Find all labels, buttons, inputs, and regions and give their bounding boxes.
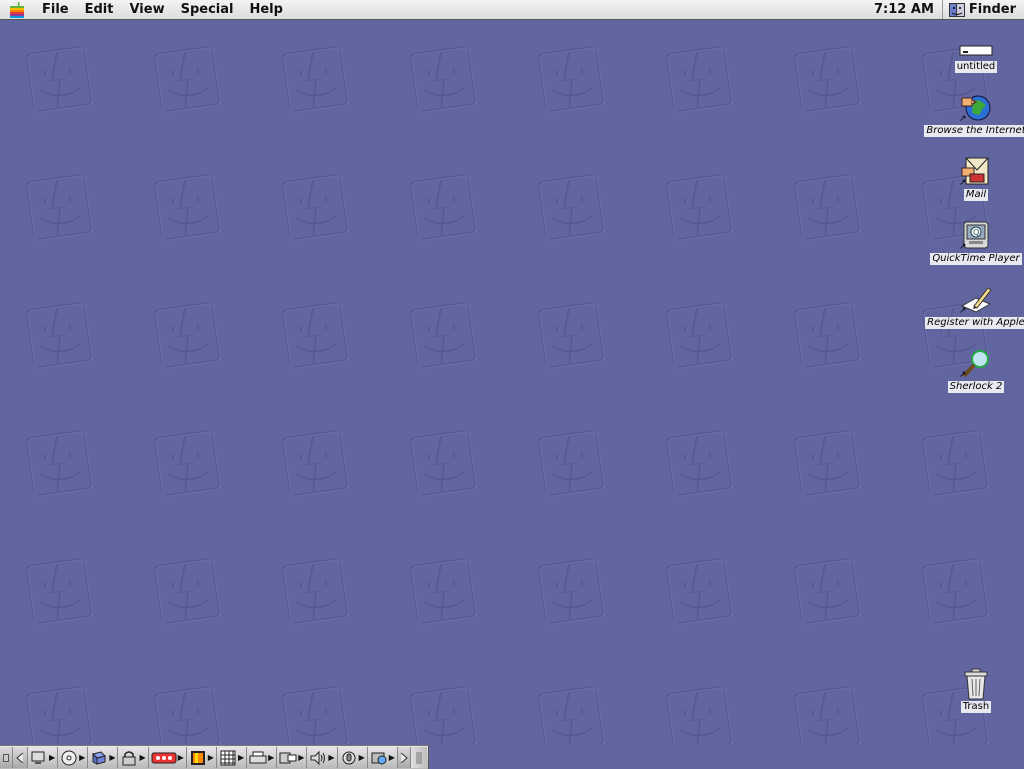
grip-icon <box>416 751 422 764</box>
popup-arrow-icon: ▶ <box>298 753 305 762</box>
scroll-left-icon <box>16 752 24 763</box>
scroll-right-icon <box>400 752 408 763</box>
popup-arrow-icon: ▶ <box>207 753 214 762</box>
menu-special[interactable]: Special <box>173 0 242 19</box>
desktop <box>0 20 1024 744</box>
cd-icon <box>61 750 77 765</box>
strip-end-icon <box>3 753 9 762</box>
control-strip-module[interactable]: ▶ <box>149 747 187 768</box>
control-strip-scroll-right-button[interactable] <box>397 747 411 768</box>
popup-arrow-icon: ▶ <box>139 753 146 762</box>
control-strip-module[interactable]: ▶ <box>58 747 89 768</box>
control-strip-module[interactable]: ▶ <box>217 747 248 768</box>
control-strip-module[interactable]: ▶ <box>187 747 217 768</box>
popup-arrow-icon: ▶ <box>177 753 184 762</box>
alias-arrow-icon: ↗ <box>959 370 967 380</box>
alias-arrow-icon: ↗ <box>959 114 967 124</box>
menu-help[interactable]: Help <box>241 0 290 19</box>
control-strip-module[interactable]: ▶ <box>307 747 338 768</box>
monitor-resolution-icon <box>220 750 236 765</box>
control-strip-module[interactable]: ▶ <box>338 747 368 768</box>
microphone-icon <box>342 751 356 764</box>
popup-arrow-icon: ▶ <box>268 753 275 762</box>
monitor-icon <box>31 751 45 764</box>
desktop-icon-sherlock[interactable]: ↗ Sherlock 2 <box>921 348 1024 393</box>
desktop-icon-label: Sherlock 2 <box>947 381 1005 393</box>
speaker-icon <box>310 750 326 765</box>
desktop-icon-quicktime[interactable]: Q ↗ QuickTime Player <box>921 220 1024 265</box>
alias-arrow-icon: ↗ <box>959 178 967 188</box>
alias-arrow-icon: ↗ <box>959 306 967 316</box>
desktop-icon-label: Register with Apple <box>925 317 1024 329</box>
popup-arrow-icon: ▶ <box>328 753 335 762</box>
svg-text:Q: Q <box>973 228 979 237</box>
control-strip-module[interactable]: ▶ <box>28 747 59 768</box>
remote-icon <box>279 752 297 763</box>
apple-icon <box>10 1 24 18</box>
desktop-icon-label: Mail <box>963 189 989 201</box>
popup-arrow-icon: ▶ <box>237 753 245 762</box>
monitor-bit-depth-icon <box>190 750 205 765</box>
control-strip-module[interactable]: ▶ <box>368 747 398 768</box>
alias-arrow-icon: ↗ <box>959 242 967 252</box>
menu-file[interactable]: File <box>34 0 77 19</box>
web-sharing-icon <box>371 752 387 764</box>
keychain-icon <box>151 752 177 763</box>
popup-arrow-icon: ▶ <box>358 753 365 762</box>
desktop-icon-trash[interactable]: Trash <box>921 668 1024 713</box>
disk-icon <box>959 45 993 56</box>
control-strip: ▶ ▶ ▶ ▶ ▶ ▶ ▶ ▶ ▶ ▶ ▶ ▶ <box>0 745 429 769</box>
lock-icon <box>122 750 136 765</box>
desktop-icon-label: untitled <box>954 61 998 73</box>
trash-icon <box>964 668 988 700</box>
active-app-name: Finder <box>968 2 1016 17</box>
desktop-icon-mail[interactable]: ↗ Mail <box>921 156 1024 201</box>
menu-bar: File Edit View Special Help 7:12 AM Find… <box>0 0 1024 20</box>
desktop-icon-label: Browse the Internet <box>924 125 1024 137</box>
apple-menu[interactable] <box>0 0 34 19</box>
desktop-icon-label: QuickTime Player <box>930 253 1022 265</box>
menubar-clock[interactable]: 7:12 AM <box>866 2 942 17</box>
menubar-right: 7:12 AM Finder <box>866 0 1024 19</box>
file-sharing-icon <box>92 750 107 765</box>
control-strip-drag-tab[interactable] <box>410 747 427 768</box>
menu-view[interactable]: View <box>121 0 172 19</box>
application-menu[interactable]: Finder <box>943 2 1024 17</box>
finder-icon <box>948 2 965 17</box>
popup-arrow-icon: ▶ <box>388 753 395 762</box>
control-strip-module[interactable]: ▶ <box>247 747 278 768</box>
desktop-icon-register[interactable]: ↗ Register with Apple <box>921 284 1024 329</box>
popup-arrow-icon: ▶ <box>109 753 116 762</box>
control-strip-module[interactable]: ▶ <box>118 747 149 768</box>
popup-arrow-icon: ▶ <box>79 753 86 762</box>
desktop-icon-label: Trash <box>960 701 992 713</box>
control-strip-scroll-left-button[interactable] <box>13 747 28 768</box>
menu-edit[interactable]: Edit <box>77 0 122 19</box>
popup-arrow-icon: ▶ <box>49 753 56 762</box>
desktop-icon-browse-internet[interactable]: ↗ Browse the Internet <box>921 92 1024 137</box>
printer-icon <box>249 751 267 763</box>
control-strip-module[interactable]: ▶ <box>88 747 119 768</box>
control-strip-collapse-button[interactable] <box>0 747 13 768</box>
control-strip-module[interactable]: ▶ <box>277 747 308 768</box>
desktop-icon-untitled[interactable]: untitled <box>921 42 1024 73</box>
